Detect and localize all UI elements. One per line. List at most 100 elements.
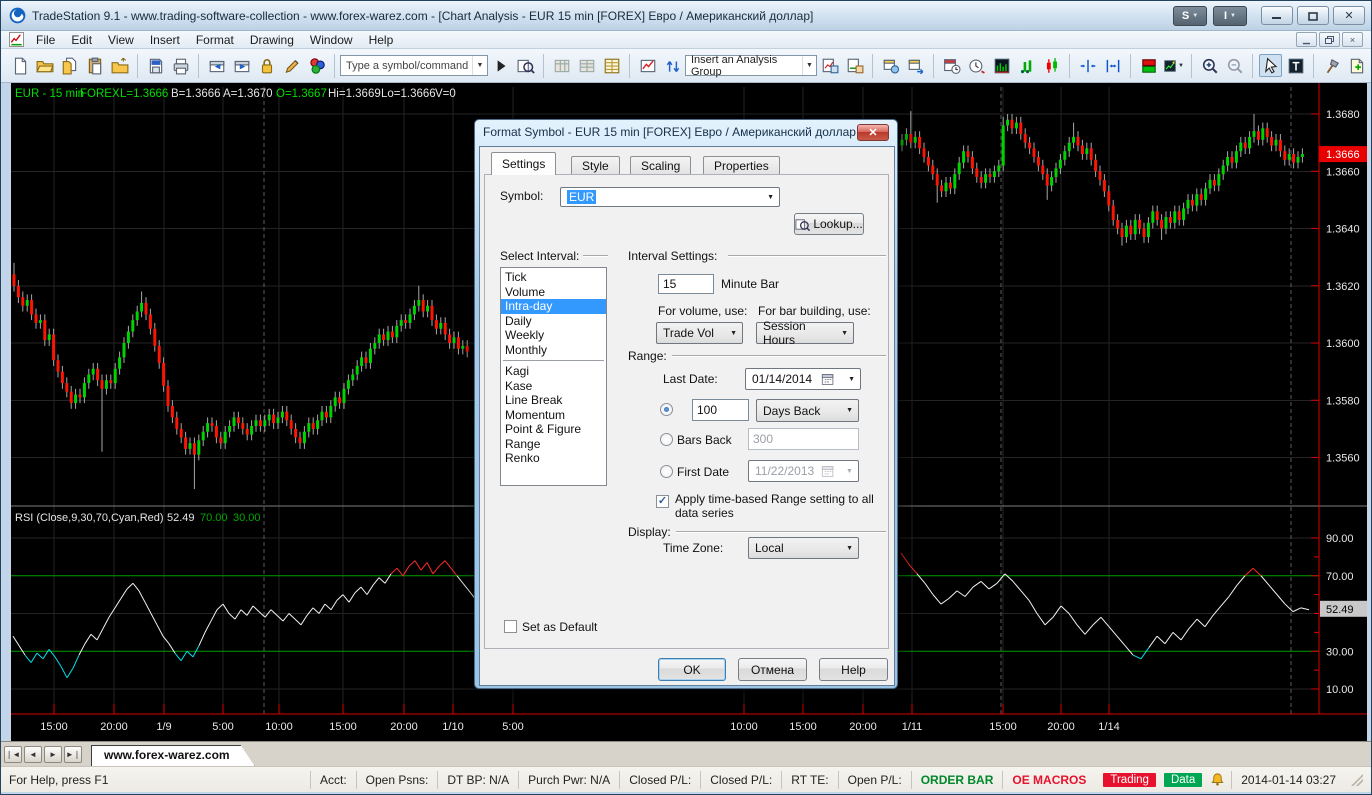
next-tab-icon[interactable] xyxy=(230,54,253,77)
menu-item-file[interactable]: File xyxy=(28,32,63,48)
data-status-badge[interactable]: Data xyxy=(1164,773,1202,787)
oe-macros-status[interactable]: OE MACROS xyxy=(1002,771,1095,789)
first-date-picker[interactable]: 11/22/2013 ▼ xyxy=(748,460,859,482)
zoom-in-icon[interactable] xyxy=(1198,54,1221,77)
format-painter-icon[interactable] xyxy=(280,54,303,77)
interval-option-kase[interactable]: Kase xyxy=(501,379,606,394)
symbol-dropdown-arrow[interactable]: ▼ xyxy=(762,194,779,201)
lock-icon[interactable] xyxy=(255,54,278,77)
child-close-button[interactable]: × xyxy=(1342,32,1363,47)
days-back-radio[interactable] xyxy=(660,403,673,416)
go-arrow-icon[interactable] xyxy=(489,54,512,77)
next-workspace-button[interactable]: ► xyxy=(44,746,62,763)
order-bar-status[interactable]: ORDER BAR xyxy=(911,771,1003,789)
dialog-tab-style[interactable]: Style xyxy=(571,156,620,175)
symbol-combobox[interactable]: EUR ▼ xyxy=(560,187,780,207)
help-button[interactable]: Help xyxy=(819,658,888,681)
insert-analysis-icon[interactable] xyxy=(818,54,841,77)
interval-option-momentum[interactable]: Momentum xyxy=(501,408,606,423)
new-document-icon[interactable] xyxy=(8,54,31,77)
set-as-default-checkbox[interactable] xyxy=(504,620,517,633)
interval-listbox[interactable]: TickVolumeIntra-dayDailyWeeklyMonthlyKag… xyxy=(500,267,607,486)
menu-item-insert[interactable]: Insert xyxy=(142,32,188,48)
analysis-group-dropdown-arrow[interactable]: ▼ xyxy=(802,56,816,75)
cancel-button[interactable]: Отмена xyxy=(738,658,807,681)
print-icon[interactable] xyxy=(169,54,192,77)
paste-icon[interactable] xyxy=(83,54,106,77)
previous-tab-icon[interactable] xyxy=(205,54,228,77)
pointer-icon[interactable] xyxy=(1259,54,1282,77)
dialog-title-bar[interactable]: Format Symbol - EUR 15 min [FOREX] Евро … xyxy=(475,120,897,144)
menu-item-view[interactable]: View xyxy=(100,32,142,48)
child-restore-button[interactable] xyxy=(1319,32,1340,47)
interval-option-kagi[interactable]: Kagi xyxy=(501,364,606,379)
chart-trading-icon[interactable]: ▼ xyxy=(1162,54,1185,77)
alert-bell-icon[interactable] xyxy=(1210,772,1225,787)
send-window-icon[interactable] xyxy=(904,54,927,77)
days-back-unit-dropdown[interactable]: Days Back▼ xyxy=(756,399,859,422)
sort-icon[interactable] xyxy=(661,54,684,77)
radar-screen-icon[interactable] xyxy=(575,54,598,77)
first-date-radio[interactable] xyxy=(660,465,673,478)
interval-option-point-figure[interactable]: Point & Figure xyxy=(501,422,606,437)
zoom-out-icon[interactable] xyxy=(1223,54,1246,77)
child-minimize-button[interactable]: ▁ xyxy=(1296,32,1317,47)
days-back-input[interactable] xyxy=(692,399,749,421)
volume-type-dropdown[interactable]: Trade Vol▼ xyxy=(656,322,743,344)
analysis-group-combobox[interactable]: Insert an Analysis Group▼ xyxy=(685,55,817,76)
add-note-icon[interactable] xyxy=(1345,54,1368,77)
symbol-command-dropdown-arrow[interactable]: ▼ xyxy=(472,56,487,75)
menu-item-help[interactable]: Help xyxy=(361,32,402,48)
shortcuts-menu-button[interactable]: S▼ xyxy=(1173,6,1207,26)
interval-option-weekly[interactable]: Weekly xyxy=(501,328,606,343)
resize-grip[interactable] xyxy=(1351,774,1363,786)
trading-status-badge[interactable]: Trading xyxy=(1103,773,1156,787)
data-window-icon[interactable] xyxy=(550,54,573,77)
hot-list-icon[interactable] xyxy=(636,54,659,77)
bars-back-radio[interactable] xyxy=(660,433,673,446)
menu-item-window[interactable]: Window xyxy=(302,32,361,48)
open-folder-icon[interactable] xyxy=(33,54,56,77)
session-calendar-icon[interactable] xyxy=(940,54,963,77)
time-clock-icon[interactable] xyxy=(965,54,988,77)
symbol-command-combobox[interactable]: Type a symbol/command▼ xyxy=(340,55,488,76)
interval-option-line-break[interactable]: Line Break xyxy=(501,393,606,408)
interval-option-renko[interactable]: Renko xyxy=(501,451,606,466)
copy-workspace-icon[interactable] xyxy=(58,54,81,77)
menu-item-drawing[interactable]: Drawing xyxy=(242,32,302,48)
drawing-tools-icon[interactable] xyxy=(1320,54,1343,77)
symbol-lookup-icon[interactable] xyxy=(514,54,537,77)
workspace-tab[interactable]: www.forex-warez.com xyxy=(91,745,255,766)
bar-building-dropdown[interactable]: Session Hours▼ xyxy=(756,322,854,344)
dialog-close-button[interactable]: ✕ xyxy=(857,124,889,141)
trade-volume-icon[interactable] xyxy=(1015,54,1038,77)
interval-option-volume[interactable]: Volume xyxy=(501,285,606,300)
interval-option-monthly[interactable]: Monthly xyxy=(501,343,606,358)
indicators-menu-button[interactable]: I▼ xyxy=(1213,6,1247,26)
last-workspace-button[interactable]: ►❘ xyxy=(64,746,82,763)
menu-item-edit[interactable]: Edit xyxy=(63,32,100,48)
dialog-tab-settings[interactable]: Settings xyxy=(491,152,556,175)
order-bar-icon[interactable] xyxy=(1137,54,1160,77)
first-workspace-button[interactable]: ❘◄ xyxy=(4,746,22,763)
link-window-icon[interactable] xyxy=(879,54,902,77)
restore-button[interactable] xyxy=(1297,6,1329,25)
interval-option-intra-day[interactable]: Intra-day xyxy=(501,299,606,314)
dialog-tab-properties[interactable]: Properties xyxy=(703,156,780,175)
candlestick-icon[interactable] xyxy=(1040,54,1063,77)
new-folder-icon[interactable] xyxy=(108,54,131,77)
matrix-window-icon[interactable] xyxy=(600,54,623,77)
market-depth-icon[interactable] xyxy=(990,54,1013,77)
last-date-picker[interactable]: 01/14/2014 ▼ xyxy=(745,368,861,390)
colors-icon[interactable] xyxy=(305,54,328,77)
save-workspace-icon[interactable] xyxy=(144,54,167,77)
interval-option-daily[interactable]: Daily xyxy=(501,314,606,329)
dialog-tab-scaling[interactable]: Scaling xyxy=(630,156,691,175)
minimize-button[interactable] xyxy=(1261,6,1293,25)
apply-range-checkbox[interactable]: ✓ xyxy=(656,495,669,508)
increase-spacing-icon[interactable] xyxy=(1101,54,1124,77)
insert-strategy-icon[interactable] xyxy=(843,54,866,77)
decrease-spacing-icon[interactable] xyxy=(1076,54,1099,77)
lookup-button[interactable]: Lookup... xyxy=(794,213,864,235)
interval-option-range[interactable]: Range xyxy=(501,437,606,452)
